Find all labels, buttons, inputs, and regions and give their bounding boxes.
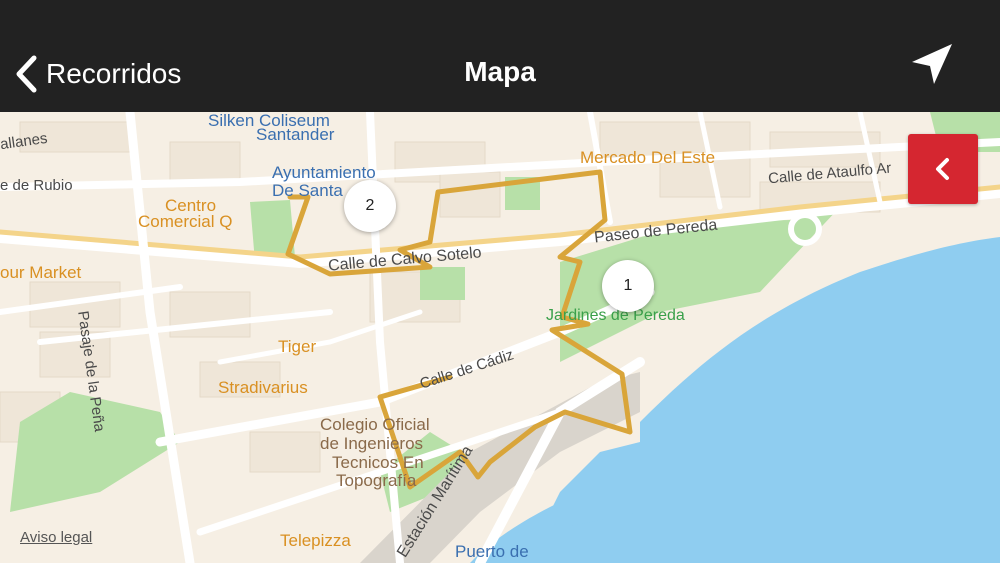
route-marker-2[interactable]: 2	[344, 180, 396, 232]
map-label: de Ingenieros	[320, 434, 424, 453]
map-label: our Market	[0, 263, 82, 282]
navigation-bar: Recorridos Mapa	[0, 0, 1000, 112]
map-label: e de Rubio	[0, 177, 73, 194]
route-marker-1[interactable]: 1	[602, 260, 654, 312]
map-label: Stradivarius	[218, 378, 308, 397]
chevron-left-icon	[936, 158, 949, 180]
page-title: Mapa	[464, 56, 536, 87]
map-label: Comercial Q	[138, 212, 233, 231]
map-label: Mercado Del Este	[580, 148, 716, 167]
map-label: Tiger	[278, 337, 317, 356]
map-label: Puerto de	[455, 542, 529, 561]
map-label: Ayuntamiento	[272, 163, 376, 182]
map-label: Santander	[256, 125, 335, 144]
map-label: Topografía	[336, 471, 417, 490]
map-label: Jardines de Pereda	[546, 307, 685, 324]
map-label: Tecnicos En	[332, 453, 424, 472]
locate-button[interactable]	[904, 40, 956, 92]
map-label: Telepizza	[280, 531, 351, 550]
panel-toggle-button[interactable]	[908, 134, 978, 204]
map-view[interactable]: Silken Coliseum Santander Ayuntamiento D…	[0, 112, 1000, 563]
location-arrow-icon	[912, 44, 952, 84]
map-label: Colegio Oficial	[320, 415, 430, 434]
legal-link[interactable]: Aviso legal	[20, 529, 92, 546]
map-label: De Santa	[272, 181, 343, 200]
